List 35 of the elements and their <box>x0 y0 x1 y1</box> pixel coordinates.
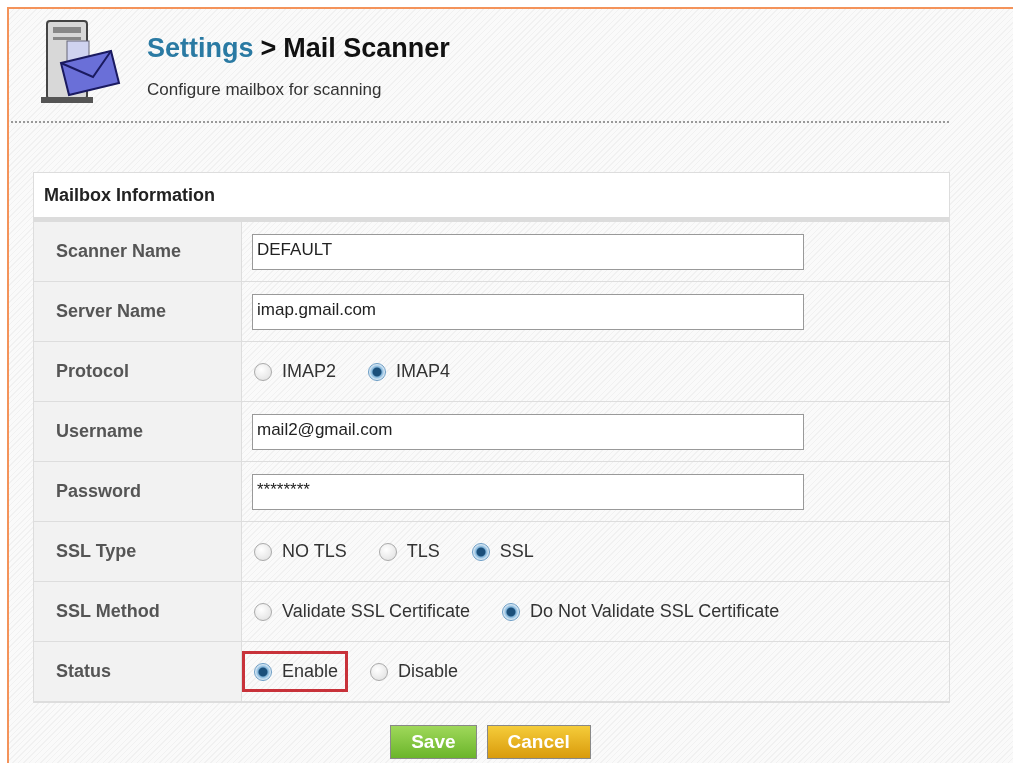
option-label: Enable <box>282 661 339 682</box>
text-field[interactable]: ******** <box>252 473 804 510</box>
text-field[interactable]: DEFAULT <box>252 233 804 270</box>
option-label: Do Not Validate SSL Certificate <box>530 601 780 622</box>
field-label: SSL Method <box>34 582 242 641</box>
radio-button[interactable] <box>471 542 490 561</box>
option-label: SSL <box>499 541 534 562</box>
radio-button[interactable] <box>368 362 387 381</box>
text-field[interactable]: imap.gmail.com <box>252 293 804 330</box>
settings-link[interactable]: Settings <box>147 33 254 64</box>
text-field[interactable]: mail2@gmail.com <box>252 413 804 450</box>
radio-button[interactable] <box>254 602 272 621</box>
panel-title: Mailbox Information <box>44 184 215 206</box>
radio-button[interactable] <box>502 602 521 621</box>
field-label: Protocol <box>34 342 242 401</box>
field-label: SSL Type <box>34 522 242 581</box>
radio-button[interactable] <box>254 662 272 681</box>
option-label: Disable <box>398 661 459 682</box>
field-label: Scanner Name <box>34 222 242 281</box>
radio-button[interactable] <box>254 542 272 561</box>
option-label: IMAP2 <box>282 361 337 382</box>
option-label: IMAP4 <box>396 361 451 382</box>
field-label: Username <box>34 402 242 461</box>
radio-button[interactable] <box>378 542 397 561</box>
radio-button[interactable] <box>254 362 272 381</box>
option-label: NO TLS <box>282 541 347 562</box>
field-label: Password <box>34 462 242 521</box>
page-subtitle: Configure mailbox for scanning <box>147 80 383 100</box>
option-label: Validate SSL Certificate <box>282 601 471 622</box>
field-label: Status <box>34 642 242 701</box>
radio-button[interactable] <box>370 662 389 681</box>
page-title: Mail Scanner <box>283 33 450 64</box>
field-label: Server Name <box>34 282 242 341</box>
option-label: TLS <box>406 541 440 562</box>
breadcrumb-separator: > <box>260 33 277 64</box>
